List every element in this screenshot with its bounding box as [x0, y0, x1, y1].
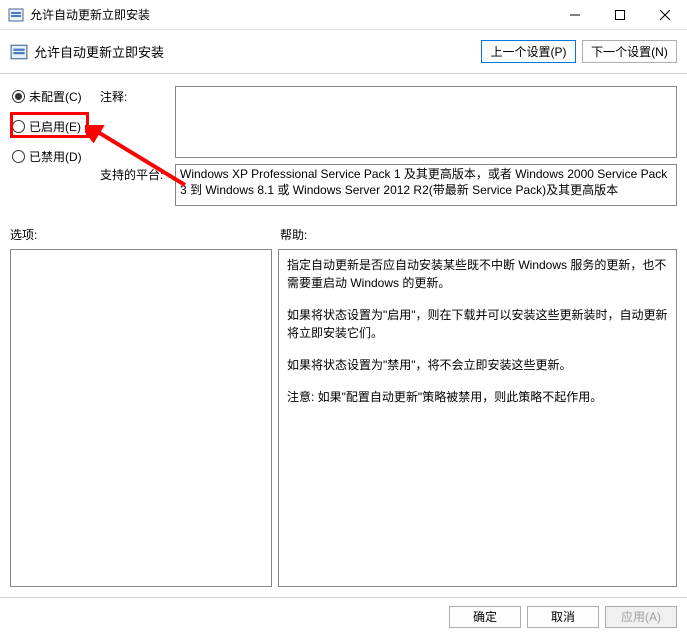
platform-row: 支持的平台: Windows XP Professional Service P…: [100, 164, 677, 206]
policy-title: 允许自动更新立即安装: [34, 42, 475, 61]
maximize-button[interactable]: [597, 0, 642, 30]
comment-label: 注释:: [100, 86, 175, 158]
radio-label: 未配置(C): [29, 88, 82, 105]
policy-icon: [10, 43, 28, 61]
footer: 确定 取消 应用(A): [0, 597, 687, 635]
close-button[interactable]: [642, 0, 687, 30]
comment-row: 注释:: [100, 86, 677, 158]
radio-not-configured[interactable]: 未配置(C): [10, 88, 100, 104]
next-setting-button[interactable]: 下一个设置(N): [582, 40, 677, 63]
help-paragraph: 注意: 如果"配置自动更新"策略被禁用，则此策略不起作用。: [287, 388, 668, 406]
radio-icon: [12, 90, 25, 103]
radio-disabled[interactable]: 已禁用(D): [10, 148, 100, 164]
platform-label: 支持的平台:: [100, 164, 175, 206]
help-paragraph: 如果将状态设置为"禁用"，将不会立即安装这些更新。: [287, 356, 668, 374]
titlebar: 允许自动更新立即安装: [0, 0, 687, 30]
options-pane: [10, 249, 272, 587]
platform-text[interactable]: Windows XP Professional Service Pack 1 及…: [175, 164, 677, 206]
window-title: 允许自动更新立即安装: [30, 6, 552, 23]
radio-label: 已启用(E): [29, 118, 81, 135]
mid-labels: 选项: 帮助:: [10, 226, 677, 243]
help-paragraph: 指定自动更新是否应自动安装某些既不中断 Windows 服务的更新，也不需要重启…: [287, 256, 668, 292]
ok-button[interactable]: 确定: [449, 606, 521, 628]
help-paragraph: 如果将状态设置为"启用"，则在下载并可以安装这些更新装时，自动更新将立即安装它们…: [287, 306, 668, 342]
upper-section: 未配置(C) 已启用(E) 已禁用(D) 注释: 支持的平台: Windows …: [10, 86, 677, 212]
comment-textarea[interactable]: [175, 86, 677, 158]
header-row: 允许自动更新立即安装 上一个设置(P) 下一个设置(N): [0, 30, 687, 74]
radio-icon: [12, 120, 25, 133]
radio-enabled[interactable]: 已启用(E): [10, 118, 100, 134]
app-icon: [8, 7, 24, 23]
radio-column: 未配置(C) 已启用(E) 已禁用(D): [10, 86, 100, 212]
fields-column: 注释: 支持的平台: Windows XP Professional Servi…: [100, 86, 677, 212]
options-label: 选项:: [10, 226, 280, 243]
lower-panes: 指定自动更新是否应自动安装某些既不中断 Windows 服务的更新，也不需要重启…: [10, 249, 677, 587]
radio-label: 已禁用(D): [29, 148, 82, 165]
body-area: 未配置(C) 已启用(E) 已禁用(D) 注释: 支持的平台: Windows …: [0, 74, 687, 587]
apply-button: 应用(A): [605, 606, 677, 628]
window-controls: [552, 0, 687, 30]
cancel-button[interactable]: 取消: [527, 606, 599, 628]
help-pane[interactable]: 指定自动更新是否应自动安装某些既不中断 Windows 服务的更新，也不需要重启…: [278, 249, 677, 587]
previous-setting-button[interactable]: 上一个设置(P): [481, 40, 576, 63]
radio-icon: [12, 150, 25, 163]
help-label: 帮助:: [280, 226, 307, 243]
minimize-button[interactable]: [552, 0, 597, 30]
